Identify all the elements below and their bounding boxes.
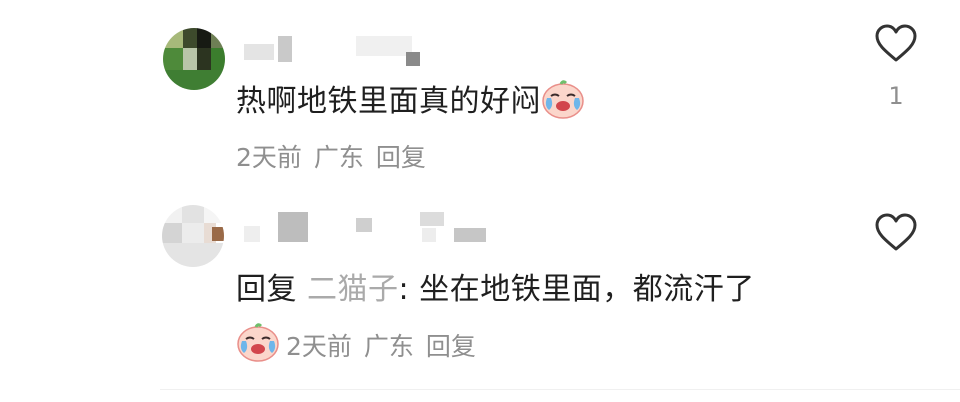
- comment-time: 2天前: [236, 143, 302, 172]
- heart-icon[interactable]: [874, 24, 918, 64]
- avatar[interactable]: [163, 28, 225, 90]
- reply-to-user[interactable]: 二猫子: [307, 272, 399, 307]
- comment-meta: 2天前 广东 回复: [236, 138, 438, 174]
- like-button[interactable]: 1: [873, 24, 919, 110]
- reply-prefix: 回复: [236, 272, 297, 307]
- comment-text: 回复 二猫子: 坐在地铁里面，都流汗了: [236, 272, 755, 307]
- comment-text: 热啊地铁里面真的好闷: [236, 76, 585, 127]
- comment-item: 热啊地铁里面真的好闷 2天前 广东 回复 1: [0, 0, 960, 196]
- comment-location: 广东: [313, 143, 364, 172]
- comment-meta: 2天前 广东 回复: [236, 322, 488, 368]
- avatar[interactable]: [162, 205, 224, 267]
- like-count: 1: [888, 82, 904, 110]
- crying-face-icon: [236, 322, 280, 368]
- comment-time: 2天前: [286, 332, 352, 361]
- heart-icon[interactable]: [874, 213, 918, 253]
- divider: [160, 389, 960, 390]
- crying-face-icon: [541, 79, 585, 127]
- comment-location: 广东: [363, 332, 414, 361]
- reply-button[interactable]: 回复: [426, 327, 476, 363]
- reply-button[interactable]: 回复: [376, 143, 426, 172]
- like-button[interactable]: [873, 213, 919, 257]
- comment-item: 回复 二猫子: 坐在地铁里面，都流汗了 2天前 广东 回复: [0, 196, 960, 402]
